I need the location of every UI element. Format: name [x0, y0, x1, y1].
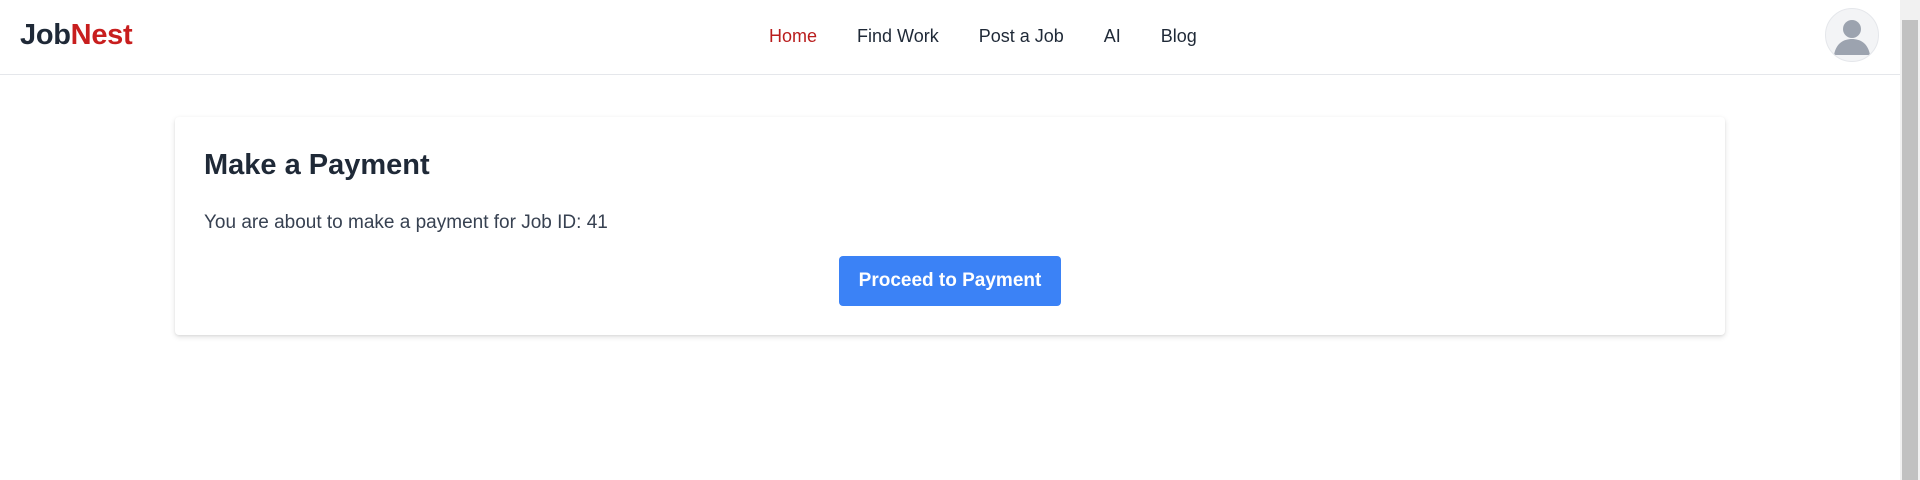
- vertical-scrollbar[interactable]: [1900, 0, 1920, 480]
- payment-card: Make a Payment You are about to make a p…: [175, 117, 1725, 335]
- nav-link-find-work[interactable]: Find Work: [857, 24, 939, 48]
- page: JobNest Home Find Work Post a Job AI Blo…: [0, 0, 1920, 480]
- nav-link-blog[interactable]: Blog: [1161, 24, 1197, 48]
- payment-title: Make a Payment: [204, 149, 430, 181]
- proceed-to-payment-button[interactable]: Proceed to Payment: [839, 256, 1061, 306]
- user-avatar-button[interactable]: [1825, 8, 1879, 62]
- payment-message: You are about to make a payment for Job …: [204, 212, 608, 233]
- nav-link-ai[interactable]: AI: [1104, 24, 1121, 48]
- brand-logo-part-2: Nest: [70, 19, 133, 51]
- nav-link-post-a-job[interactable]: Post a Job: [979, 24, 1064, 48]
- brand-logo[interactable]: JobNest: [20, 17, 133, 53]
- nav-link-home[interactable]: Home: [769, 24, 817, 48]
- top-navbar: JobNest Home Find Work Post a Job AI Blo…: [0, 0, 1900, 75]
- scrollbar-thumb[interactable]: [1902, 20, 1918, 480]
- main-nav: Home Find Work Post a Job AI Blog: [769, 24, 1237, 48]
- user-avatar-icon: [1834, 20, 1870, 55]
- brand-logo-part-1: Job: [20, 19, 71, 51]
